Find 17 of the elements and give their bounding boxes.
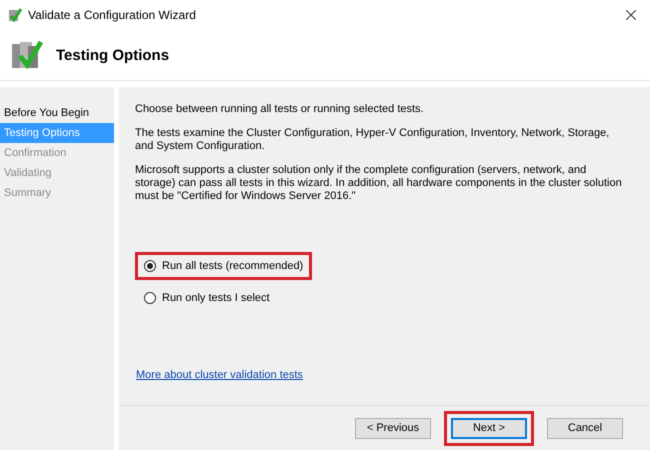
step-item[interactable]: Before You Begin (0, 103, 114, 123)
close-icon[interactable] (626, 10, 636, 20)
server-check-icon (10, 38, 44, 72)
window-title: Validate a Configuration Wizard (28, 8, 197, 22)
option-label[interactable]: Run all tests (recommended) (162, 260, 304, 272)
description-text: The tests examine the Cluster Configuration, Hyper-V Configuration, Inventory, Network, Storage, and System Configuration. (135, 127, 610, 153)
radio-button[interactable] (144, 292, 156, 304)
description-text: Choose between running all tests or running selected tests. (135, 103, 425, 116)
wizard-button[interactable]: < Previous (355, 418, 431, 438)
radio-button[interactable] (144, 260, 156, 272)
help-link[interactable]: More about cluster validation tests (136, 369, 303, 381)
description-text: Microsoft supports a cluster solution only if the complete configuration (servers, network, and storage) can pass all tests in this wizard. In addition, all hardware components in the cluster solution must be "Certified for Windows Server 2016." (135, 164, 623, 203)
page-heading: Testing Options (56, 46, 170, 64)
wizard-button[interactable]: Next > (451, 418, 527, 438)
wizard-icon (8, 7, 22, 23)
option-label[interactable]: Run only tests I select (162, 292, 270, 304)
wizard-button[interactable]: Cancel (547, 418, 623, 438)
